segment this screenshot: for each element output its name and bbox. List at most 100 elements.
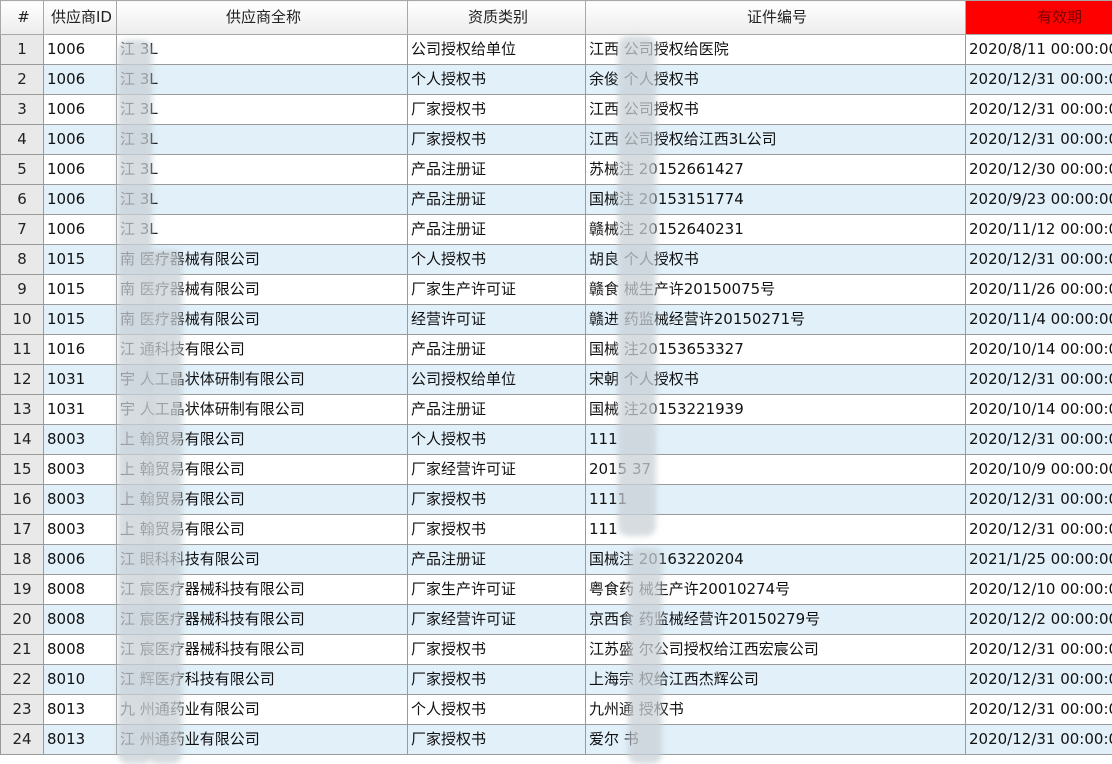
cell-expiry-date[interactable]: 2020/10/14 00:00:00 xyxy=(965,394,1112,425)
cell-supplier-id[interactable]: 1006 xyxy=(43,94,117,125)
cell-expiry-date[interactable]: 2020/8/11 00:00:00 xyxy=(965,34,1112,65)
cell-supplier-id[interactable]: 8010 xyxy=(43,664,117,695)
cell-qualification-type[interactable]: 产品注册证 xyxy=(407,214,586,245)
cell-row-number[interactable]: 7 xyxy=(0,214,44,245)
cell-supplier-id[interactable]: 1006 xyxy=(43,184,117,215)
cell-supplier-name[interactable]: 江 3L xyxy=(116,34,408,65)
cell-supplier-id[interactable]: 8008 xyxy=(43,634,117,665)
cell-row-number[interactable]: 23 xyxy=(0,694,44,725)
cell-supplier-id[interactable]: 1031 xyxy=(43,364,117,395)
cell-supplier-id[interactable]: 1006 xyxy=(43,34,117,65)
cell-row-number[interactable]: 8 xyxy=(0,244,44,275)
cell-expiry-date[interactable]: 2020/11/26 00:00:00 xyxy=(965,274,1112,305)
cell-row-number[interactable]: 2 xyxy=(0,64,44,95)
cell-expiry-date[interactable]: 2020/12/31 00:00:00 xyxy=(965,64,1112,95)
cell-supplier-id[interactable]: 1006 xyxy=(43,124,117,155)
column-header-qualification-type[interactable]: 资质类别 xyxy=(407,0,586,35)
cell-row-number[interactable]: 15 xyxy=(0,454,44,485)
cell-qualification-type[interactable]: 个人授权书 xyxy=(407,244,586,275)
table-row[interactable]: 41006江 3L厂家授权书江西 公司授权给江西3L公司2020/12/31 0… xyxy=(0,124,1112,155)
cell-qualification-type[interactable]: 厂家授权书 xyxy=(407,724,586,755)
cell-expiry-date[interactable]: 2020/12/31 00:00:00 xyxy=(965,364,1112,395)
cell-supplier-id[interactable]: 8013 xyxy=(43,724,117,755)
cell-supplier-id[interactable]: 8003 xyxy=(43,484,117,515)
cell-supplier-id[interactable]: 1031 xyxy=(43,394,117,425)
column-header-supplier-id[interactable]: 供应商ID xyxy=(43,0,117,35)
cell-expiry-date[interactable]: 2020/10/9 00:00:00 xyxy=(965,454,1112,485)
cell-qualification-type[interactable]: 厂家授权书 xyxy=(407,634,586,665)
cell-supplier-name[interactable]: 江 3L xyxy=(116,154,408,185)
table-row[interactable]: 11006江 3L公司授权给单位江西 公司授权给医院2020/8/11 00:0… xyxy=(0,34,1112,65)
cell-qualification-type[interactable]: 产品注册证 xyxy=(407,394,586,425)
cell-supplier-name[interactable]: 江 3L xyxy=(116,124,408,155)
cell-supplier-id[interactable]: 1006 xyxy=(43,214,117,245)
cell-row-number[interactable]: 14 xyxy=(0,424,44,455)
cell-qualification-type[interactable]: 厂家授权书 xyxy=(407,124,586,155)
cell-expiry-date[interactable]: 2020/12/2 00:00:00 xyxy=(965,604,1112,635)
cell-supplier-name[interactable]: 江 3L xyxy=(116,214,408,245)
cell-qualification-type[interactable]: 厂家授权书 xyxy=(407,664,586,695)
cell-supplier-name[interactable]: 江 3L xyxy=(116,94,408,125)
table-row[interactable]: 51006江 3L产品注册证苏械注 201526614272020/12/30 … xyxy=(0,154,1112,185)
cell-qualification-type[interactable]: 公司授权给单位 xyxy=(407,34,586,65)
cell-supplier-id[interactable]: 1016 xyxy=(43,334,117,365)
column-header-certificate-number[interactable]: 证件编号 xyxy=(585,0,966,35)
cell-row-number[interactable]: 24 xyxy=(0,724,44,755)
cell-qualification-type[interactable]: 个人授权书 xyxy=(407,424,586,455)
cell-expiry-date[interactable]: 2020/12/31 00:00:00 xyxy=(965,124,1112,155)
cell-qualification-type[interactable]: 厂家生产许可证 xyxy=(407,574,586,605)
cell-expiry-date[interactable]: 2020/12/10 00:00:00 xyxy=(965,574,1112,605)
cell-expiry-date[interactable]: 2020/12/31 00:00:00 xyxy=(965,424,1112,455)
cell-expiry-date[interactable]: 2020/12/30 00:00:00 xyxy=(965,154,1112,185)
cell-supplier-id[interactable]: 1015 xyxy=(43,304,117,335)
cell-supplier-name[interactable]: 江 3L xyxy=(116,64,408,95)
table-row[interactable]: 61006江 3L产品注册证国械注 201531517742020/9/23 0… xyxy=(0,184,1112,215)
cell-expiry-date[interactable]: 2020/12/31 00:00:00 xyxy=(965,634,1112,665)
cell-expiry-date[interactable]: 2020/12/31 00:00:00 xyxy=(965,94,1112,125)
cell-row-number[interactable]: 10 xyxy=(0,304,44,335)
cell-row-number[interactable]: 13 xyxy=(0,394,44,425)
cell-qualification-type[interactable]: 产品注册证 xyxy=(407,544,586,575)
column-header-supplier-name[interactable]: 供应商全称 xyxy=(116,0,408,35)
cell-qualification-type[interactable]: 产品注册证 xyxy=(407,184,586,215)
cell-expiry-date[interactable]: 2020/9/23 00:00:00 xyxy=(965,184,1112,215)
cell-supplier-id[interactable]: 8008 xyxy=(43,604,117,635)
cell-row-number[interactable]: 11 xyxy=(0,334,44,365)
cell-row-number[interactable]: 3 xyxy=(0,94,44,125)
cell-row-number[interactable]: 16 xyxy=(0,484,44,515)
cell-qualification-type[interactable]: 厂家经营许可证 xyxy=(407,454,586,485)
column-header-row-number[interactable]: # xyxy=(0,0,44,35)
cell-row-number[interactable]: 1 xyxy=(0,34,44,65)
cell-supplier-id[interactable]: 8003 xyxy=(43,454,117,485)
cell-supplier-id[interactable]: 1015 xyxy=(43,274,117,305)
cell-expiry-date[interactable]: 2020/12/31 00:00:00 xyxy=(965,514,1112,545)
cell-qualification-type[interactable]: 公司授权给单位 xyxy=(407,364,586,395)
cell-supplier-id[interactable]: 1006 xyxy=(43,64,117,95)
cell-supplier-id[interactable]: 8006 xyxy=(43,544,117,575)
table-row[interactable]: 71006江 3L产品注册证赣械注 201526402312020/11/12 … xyxy=(0,214,1112,245)
cell-supplier-id[interactable]: 8003 xyxy=(43,424,117,455)
table-row[interactable]: 21006江 3L个人授权书余俊 个人授权书2020/12/31 00:00:0… xyxy=(0,64,1112,95)
cell-supplier-id[interactable]: 1006 xyxy=(43,154,117,185)
cell-qualification-type[interactable]: 厂家授权书 xyxy=(407,514,586,545)
cell-supplier-name[interactable]: 江 3L xyxy=(116,184,408,215)
cell-row-number[interactable]: 20 xyxy=(0,604,44,635)
cell-supplier-id[interactable]: 8008 xyxy=(43,574,117,605)
table-row[interactable]: 31006江 3L厂家授权书江西 公司授权书2020/12/31 00:00:0… xyxy=(0,94,1112,125)
cell-row-number[interactable]: 17 xyxy=(0,514,44,545)
cell-row-number[interactable]: 22 xyxy=(0,664,44,695)
cell-qualification-type[interactable]: 厂家授权书 xyxy=(407,94,586,125)
cell-expiry-date[interactable]: 2020/12/31 00:00:00 xyxy=(965,724,1112,755)
cell-expiry-date[interactable]: 2020/11/12 00:00:00 xyxy=(965,214,1112,245)
cell-row-number[interactable]: 9 xyxy=(0,274,44,305)
cell-qualification-type[interactable]: 厂家经营许可证 xyxy=(407,604,586,635)
cell-qualification-type[interactable]: 产品注册证 xyxy=(407,154,586,185)
cell-supplier-id[interactable]: 1015 xyxy=(43,244,117,275)
cell-supplier-id[interactable]: 8003 xyxy=(43,514,117,545)
column-header-expiry-date[interactable]: 有效期 xyxy=(965,0,1112,35)
cell-expiry-date[interactable]: 2020/12/31 00:00:00 xyxy=(965,694,1112,725)
cell-qualification-type[interactable]: 个人授权书 xyxy=(407,64,586,95)
cell-row-number[interactable]: 12 xyxy=(0,364,44,395)
cell-expiry-date[interactable]: 2020/12/31 00:00:00 xyxy=(965,244,1112,275)
cell-row-number[interactable]: 6 xyxy=(0,184,44,215)
